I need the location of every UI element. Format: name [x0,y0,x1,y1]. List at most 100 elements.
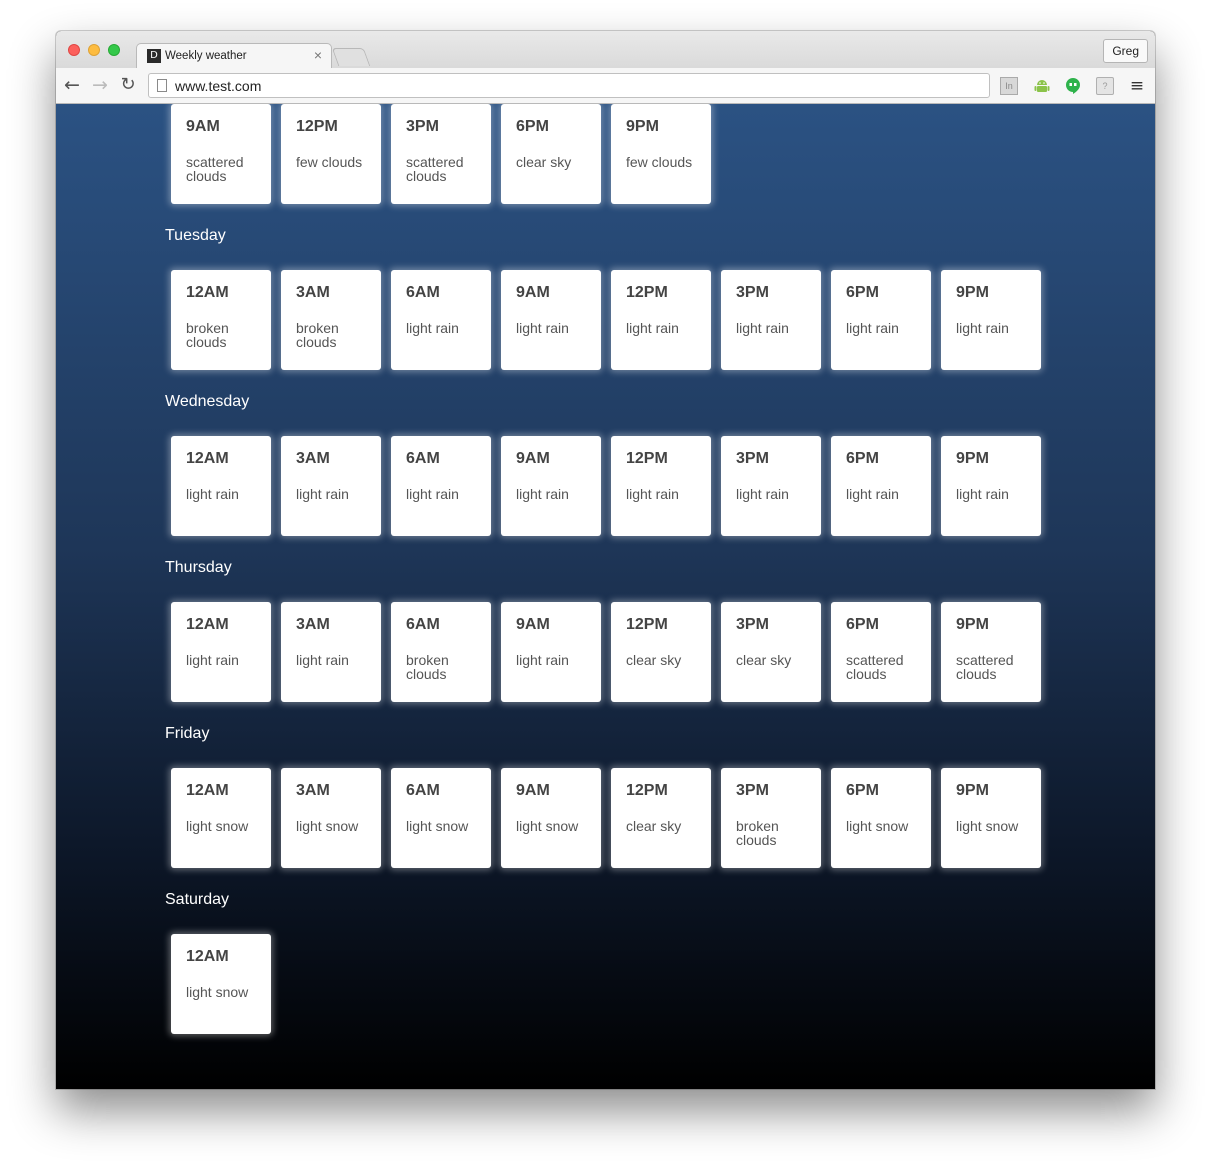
forecast-time: 6PM [516,118,549,135]
forecast-description: light snow [406,818,469,834]
forecast-description: light rain [296,652,349,668]
forecast-description: light rain [186,486,239,502]
forecast-time: 9PM [956,782,989,799]
forecast-card[interactable]: 6PM light snow [831,768,931,868]
forecast-card[interactable]: 6PM light rain [831,436,931,536]
forecast-card[interactable]: 6AM broken clouds [391,602,491,702]
forecast-time: 6AM [406,616,440,633]
forecast-card[interactable]: 9AM scattered clouds [171,104,271,204]
help-extension-icon[interactable]: ? [1096,77,1114,95]
menu-icon[interactable]: ≡ [1128,77,1146,95]
forecast-time: 6PM [846,284,879,301]
forecast-card[interactable]: 6PM scattered clouds [831,602,931,702]
forecast-card[interactable]: 3AM light rain [281,436,381,536]
day-heading-wednesday: Wednesday [165,393,250,410]
reload-icon[interactable]: ↻ [117,74,139,96]
forecast-description: scattered clouds [956,652,1014,682]
forecast-card[interactable]: 12PM clear sky [611,768,711,868]
forecast-card[interactable]: 6PM light rain [831,270,931,370]
forecast-description: broken clouds [736,818,779,848]
forecast-description: light rain [846,486,899,502]
forecast-time: 12PM [626,284,668,301]
url-text[interactable]: www.test.com [175,78,261,94]
forecast-description: light snow [516,818,579,834]
address-bar[interactable]: www.test.com [148,73,990,98]
forecast-card[interactable]: 12AM broken clouds [171,270,271,370]
forecast-card[interactable]: 3PM light rain [721,436,821,536]
forecast-card[interactable]: 9AM light rain [501,270,601,370]
tab-close-icon[interactable]: × [314,47,322,63]
page-icon [157,79,167,92]
forecast-card[interactable]: 12AM light snow [171,934,271,1034]
forecast-time: 3PM [736,450,769,467]
forecast-description: light snow [186,818,249,834]
profile-button[interactable]: Greg [1103,39,1148,63]
new-tab-button[interactable] [331,48,371,66]
forecast-description: clear sky [736,652,792,668]
forecast-card[interactable]: 3AM light snow [281,768,381,868]
forecast-time: 6AM [406,450,440,467]
forecast-card[interactable]: 9PM few clouds [611,104,711,204]
hangouts-icon[interactable] [1064,77,1082,95]
forecast-card[interactable]: 6AM light rain [391,270,491,370]
forecast-time: 12AM [186,284,229,301]
forecast-time: 3PM [736,616,769,633]
forecast-description: light rain [406,486,459,502]
forecast-description: light snow [186,984,249,1000]
title-bar: D Weekly weather × Greg [56,31,1155,69]
forward-arrow-icon[interactable]: → [89,74,111,96]
maximize-window-button[interactable] [108,44,120,56]
forecast-card[interactable]: 3PM scattered clouds [391,104,491,204]
browser-window: D Weekly weather × Greg ← → ↻ www.test.c… [56,31,1155,1089]
back-arrow-icon[interactable]: ← [61,74,83,96]
forecast-time: 9AM [516,616,550,633]
close-window-button[interactable] [68,44,80,56]
forecast-card[interactable]: 6PM clear sky [501,104,601,204]
forecast-card[interactable]: 3AM broken clouds [281,270,381,370]
forecast-card[interactable]: 12AM light rain [171,602,271,702]
forecast-description: clear sky [626,818,682,834]
forecast-card[interactable]: 12PM light rain [611,270,711,370]
forecast-time: 9PM [626,118,659,135]
linkedin-extension-icon[interactable]: In [1000,77,1018,95]
forecast-card[interactable]: 9AM light snow [501,768,601,868]
forecast-description: light rain [296,486,349,502]
forecast-time: 9PM [956,450,989,467]
forecast-time: 6PM [846,450,879,467]
forecast-time: 12AM [186,616,229,633]
forecast-card[interactable]: 12PM light rain [611,436,711,536]
forecast-card[interactable]: 9PM light snow [941,768,1041,868]
forecast-card[interactable]: 12PM clear sky [611,602,711,702]
day-heading-friday: Friday [165,725,210,742]
forecast-time: 9PM [956,284,989,301]
forecast-card[interactable]: 12AM light snow [171,768,271,868]
forecast-card[interactable]: 9PM light rain [941,436,1041,536]
forecast-card[interactable]: 12AM light rain [171,436,271,536]
forecast-card[interactable]: 9AM light rain [501,436,601,536]
forecast-card[interactable]: 12PM few clouds [281,104,381,204]
forecast-description: clear sky [626,652,682,668]
forecast-card[interactable]: 6AM light snow [391,768,491,868]
forecast-description: broken clouds [186,320,229,350]
minimize-window-button[interactable] [88,44,100,56]
forecast-card[interactable]: 3PM light rain [721,270,821,370]
forecast-time: 6AM [406,284,440,301]
forecast-card[interactable]: 9PM light rain [941,270,1041,370]
forecast-time: 9PM [956,616,989,633]
browser-tab[interactable]: D Weekly weather × [136,43,332,69]
forecast-card[interactable]: 3PM clear sky [721,602,821,702]
forecast-time: 12PM [626,782,668,799]
forecast-description: light rain [956,320,1009,336]
android-icon[interactable] [1033,77,1051,95]
forecast-description: broken clouds [296,320,339,350]
forecast-card[interactable]: 3AM light rain [281,602,381,702]
forecast-time: 6PM [846,782,879,799]
forecast-card[interactable]: 3PM broken clouds [721,768,821,868]
forecast-card[interactable]: 9AM light rain [501,602,601,702]
forecast-description: light rain [516,652,569,668]
forecast-card[interactable]: 6AM light rain [391,436,491,536]
forecast-description: light snow [956,818,1019,834]
forecast-card[interactable]: 9PM scattered clouds [941,602,1041,702]
forecast-description: scattered clouds [406,154,464,184]
forecast-time: 6PM [846,616,879,633]
